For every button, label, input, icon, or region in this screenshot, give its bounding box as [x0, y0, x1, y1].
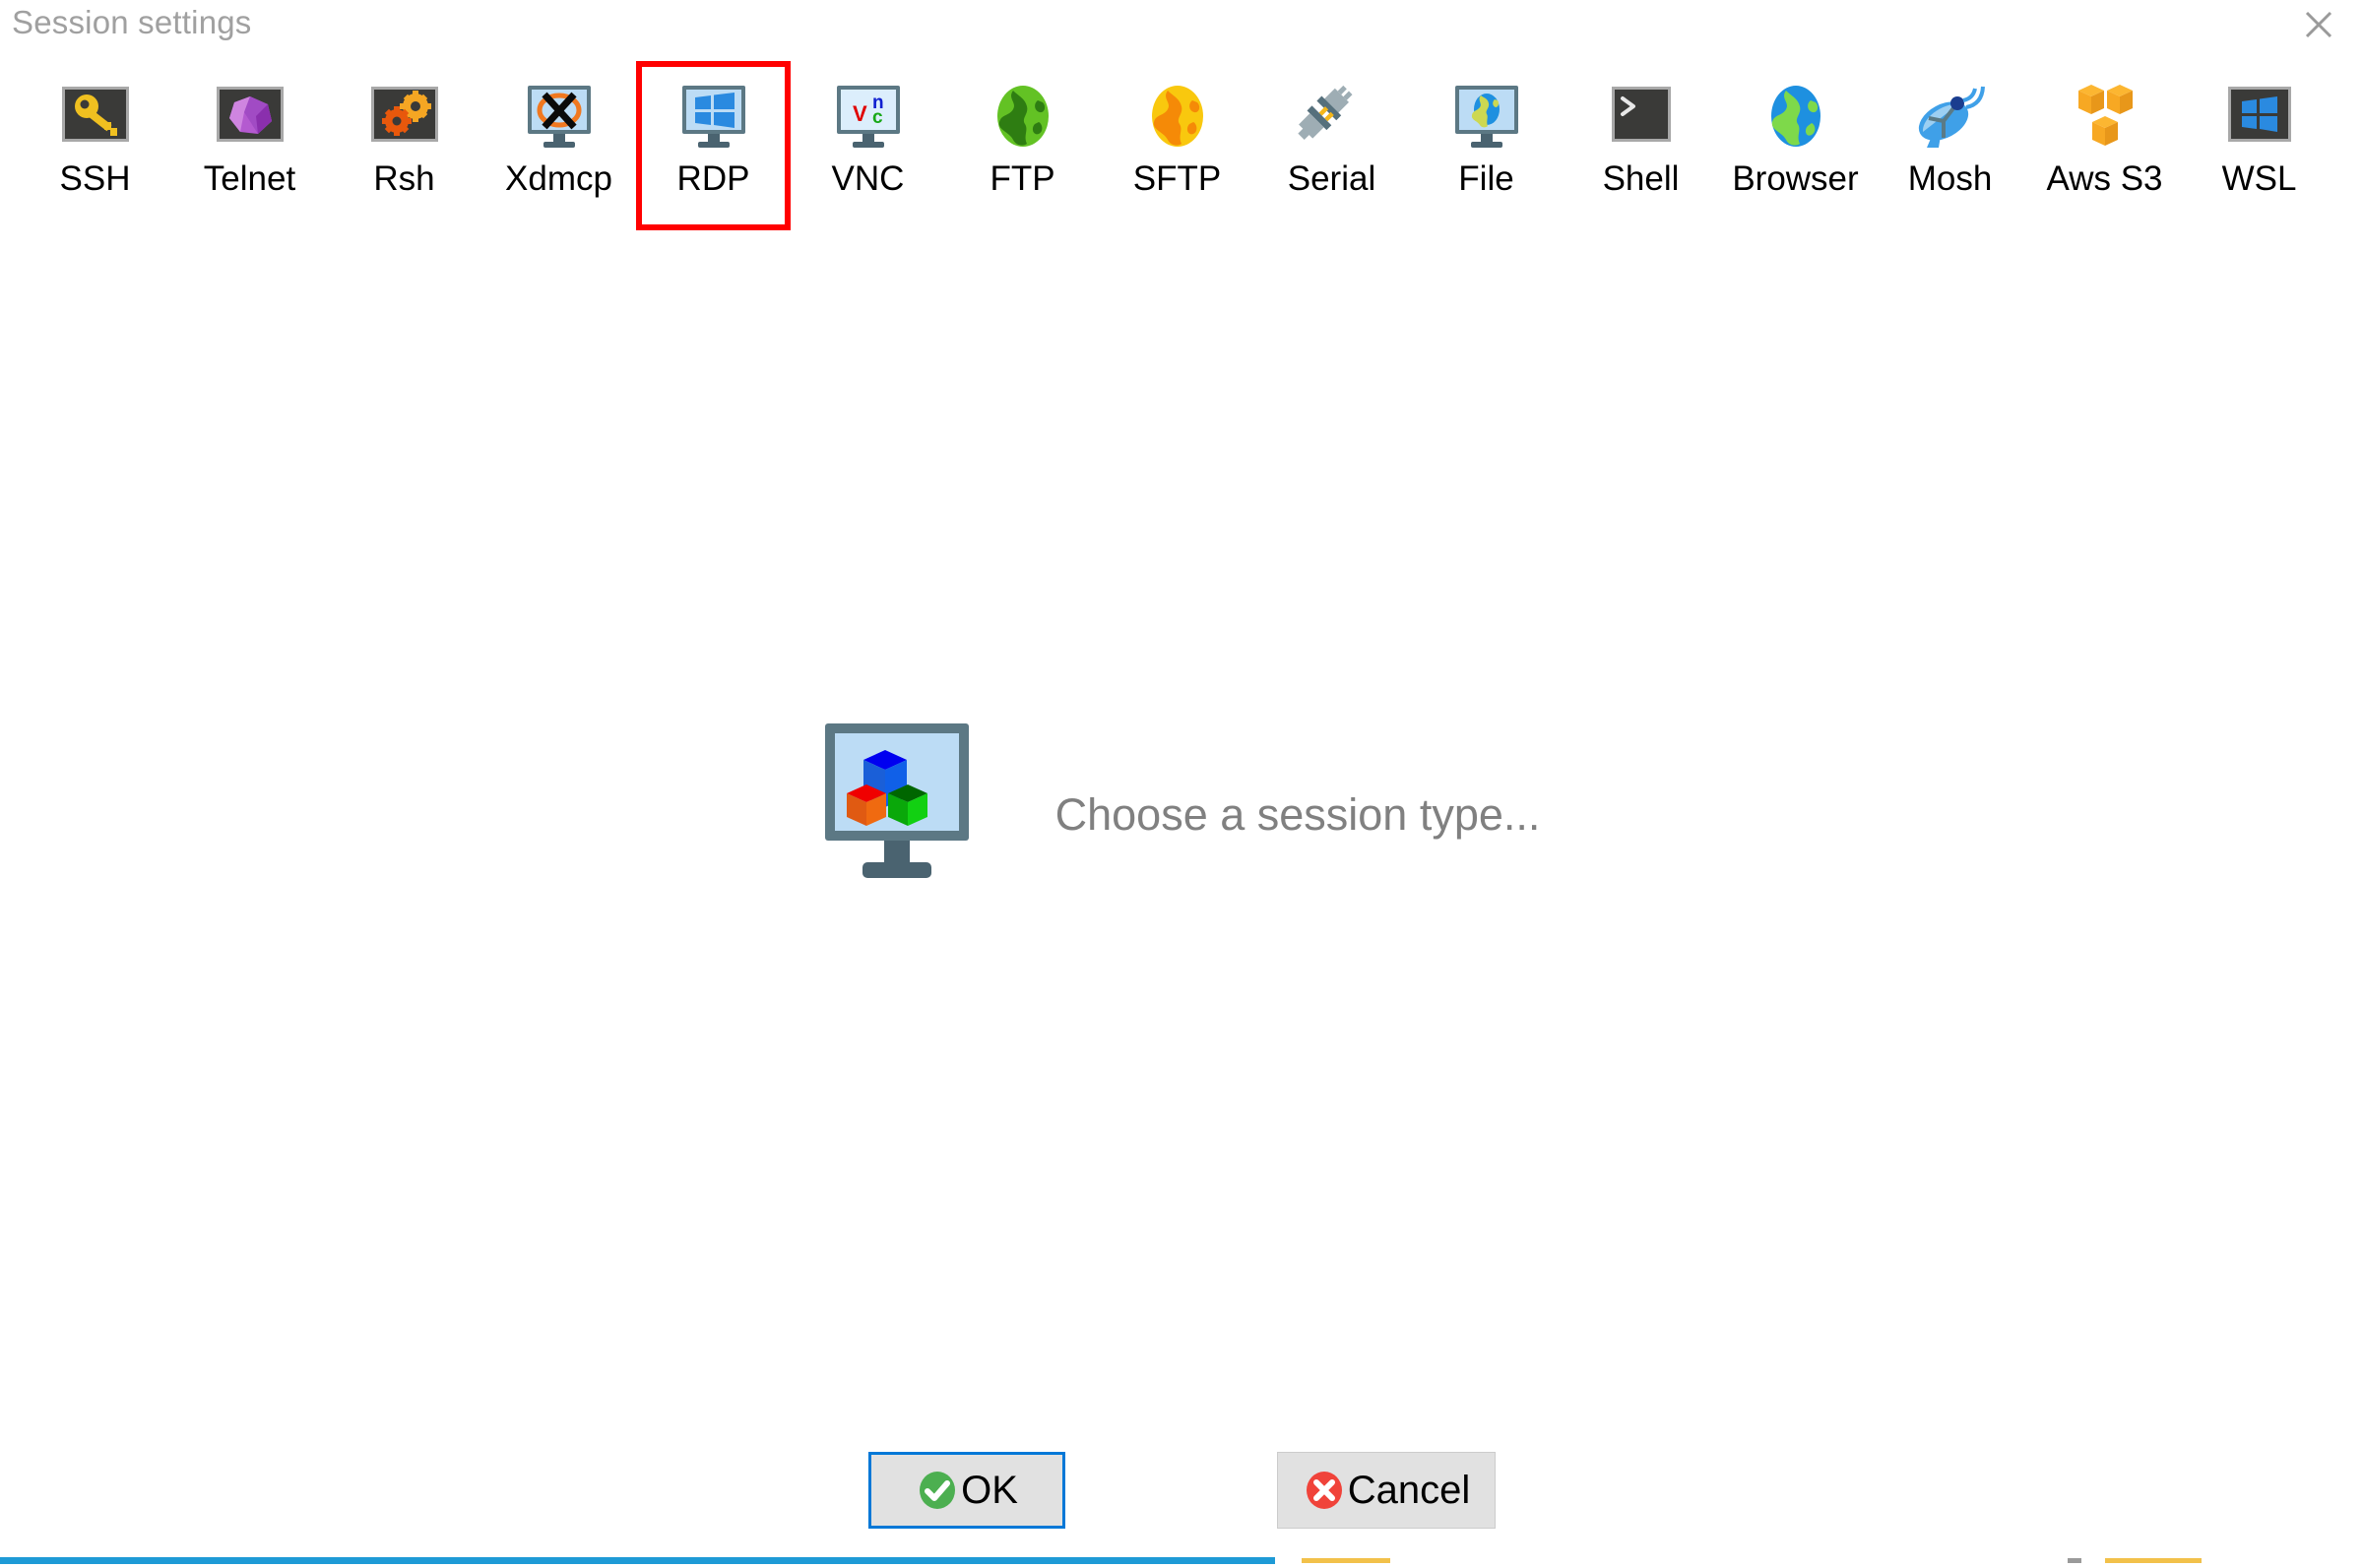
session-type-label: Rsh [373, 159, 435, 198]
close-icon [2302, 8, 2335, 41]
vnc-monitor-icon: V n c [829, 77, 908, 156]
session-type-label: Telnet [203, 159, 296, 198]
session-type-label: SSH [59, 159, 131, 198]
session-type-label: File [1458, 159, 1514, 198]
close-button[interactable] [2284, 0, 2353, 49]
bottom-accent-line [0, 1557, 1275, 1564]
session-type-label: Aws S3 [2046, 159, 2163, 198]
session-type-label: RDP [676, 159, 750, 198]
session-type-rsh[interactable]: Rsh [327, 61, 481, 230]
svg-text:c: c [872, 107, 883, 128]
ok-button-label: OK [961, 1469, 1018, 1512]
green-check-icon [915, 1468, 960, 1513]
session-type-label: Xdmcp [505, 159, 612, 198]
bottom-accent-chip [2105, 1558, 2202, 1563]
session-type-ssh[interactable]: SSH [18, 61, 172, 230]
session-type-label: FTP [990, 159, 1055, 198]
session-type-label: VNC [831, 159, 905, 198]
terminal-prompt-icon [1602, 77, 1681, 156]
session-type-label: Serial [1287, 159, 1376, 198]
blue-globe-icon [1756, 77, 1835, 156]
satellite-dish-icon [1911, 77, 1990, 156]
session-type-mosh[interactable]: Mosh [1873, 61, 2027, 230]
cancel-button-label: Cancel [1347, 1469, 1471, 1512]
ok-button[interactable]: OK [867, 1452, 1065, 1529]
session-type-serial[interactable]: Serial [1254, 61, 1409, 230]
session-type-label: Shell [1602, 159, 1680, 198]
session-type-shell[interactable]: Shell [1564, 61, 1718, 230]
session-type-browser[interactable]: Browser [1718, 61, 1873, 230]
session-type-label: Mosh [1907, 159, 1993, 198]
title-bar: Session settings [0, 0, 2363, 55]
session-type-rdp[interactable]: RDP [636, 61, 791, 230]
window-title: Session settings [12, 4, 252, 40]
placeholder-text: Choose a session type... [1054, 788, 1541, 840]
session-type-ftp[interactable]: FTP [945, 61, 1100, 230]
windows-logo-icon [2220, 77, 2299, 156]
x-monitor-icon [520, 77, 599, 156]
session-type-xdmcp[interactable]: Xdmcp [481, 61, 636, 230]
gears-icon [365, 77, 444, 156]
session-type-file[interactable]: File [1409, 61, 1564, 230]
cancel-button[interactable]: Cancel [1276, 1452, 1496, 1529]
orange-globe-icon [1138, 77, 1217, 156]
svg-text:V: V [853, 101, 867, 126]
bottom-accent-chip [1302, 1558, 1390, 1563]
session-type-vnc[interactable]: V n c VNC [791, 61, 945, 230]
gem-icon [211, 77, 289, 156]
session-type-toolbar: SSH Telnet Rsh Xdmcp RDP V n c VNC FTP S… [0, 61, 2363, 248]
dialog-button-bar: OK Cancel [0, 1452, 2363, 1529]
session-type-label: WSL [2221, 159, 2297, 198]
key-icon [56, 77, 135, 156]
session-type-telnet[interactable]: Telnet [172, 61, 327, 230]
bottom-accent-dot [2068, 1558, 2081, 1563]
session-type-wsl[interactable]: WSL [2182, 61, 2336, 230]
plug-icon [1293, 77, 1372, 156]
green-globe-icon [984, 77, 1062, 156]
session-type-sftp[interactable]: SFTP [1100, 61, 1254, 230]
windows-monitor-icon [674, 77, 753, 156]
red-x-icon [1302, 1468, 1347, 1513]
session-type-label: Browser [1732, 159, 1859, 198]
session-type-label: SFTP [1132, 159, 1222, 198]
cubes-monitor-icon [823, 723, 1016, 906]
session-placeholder: Choose a session type... [0, 723, 2363, 906]
aws-cubes-icon [2066, 77, 2144, 156]
globe-monitor-icon [1447, 77, 1526, 156]
session-type-awss3[interactable]: Aws S3 [2027, 61, 2182, 230]
